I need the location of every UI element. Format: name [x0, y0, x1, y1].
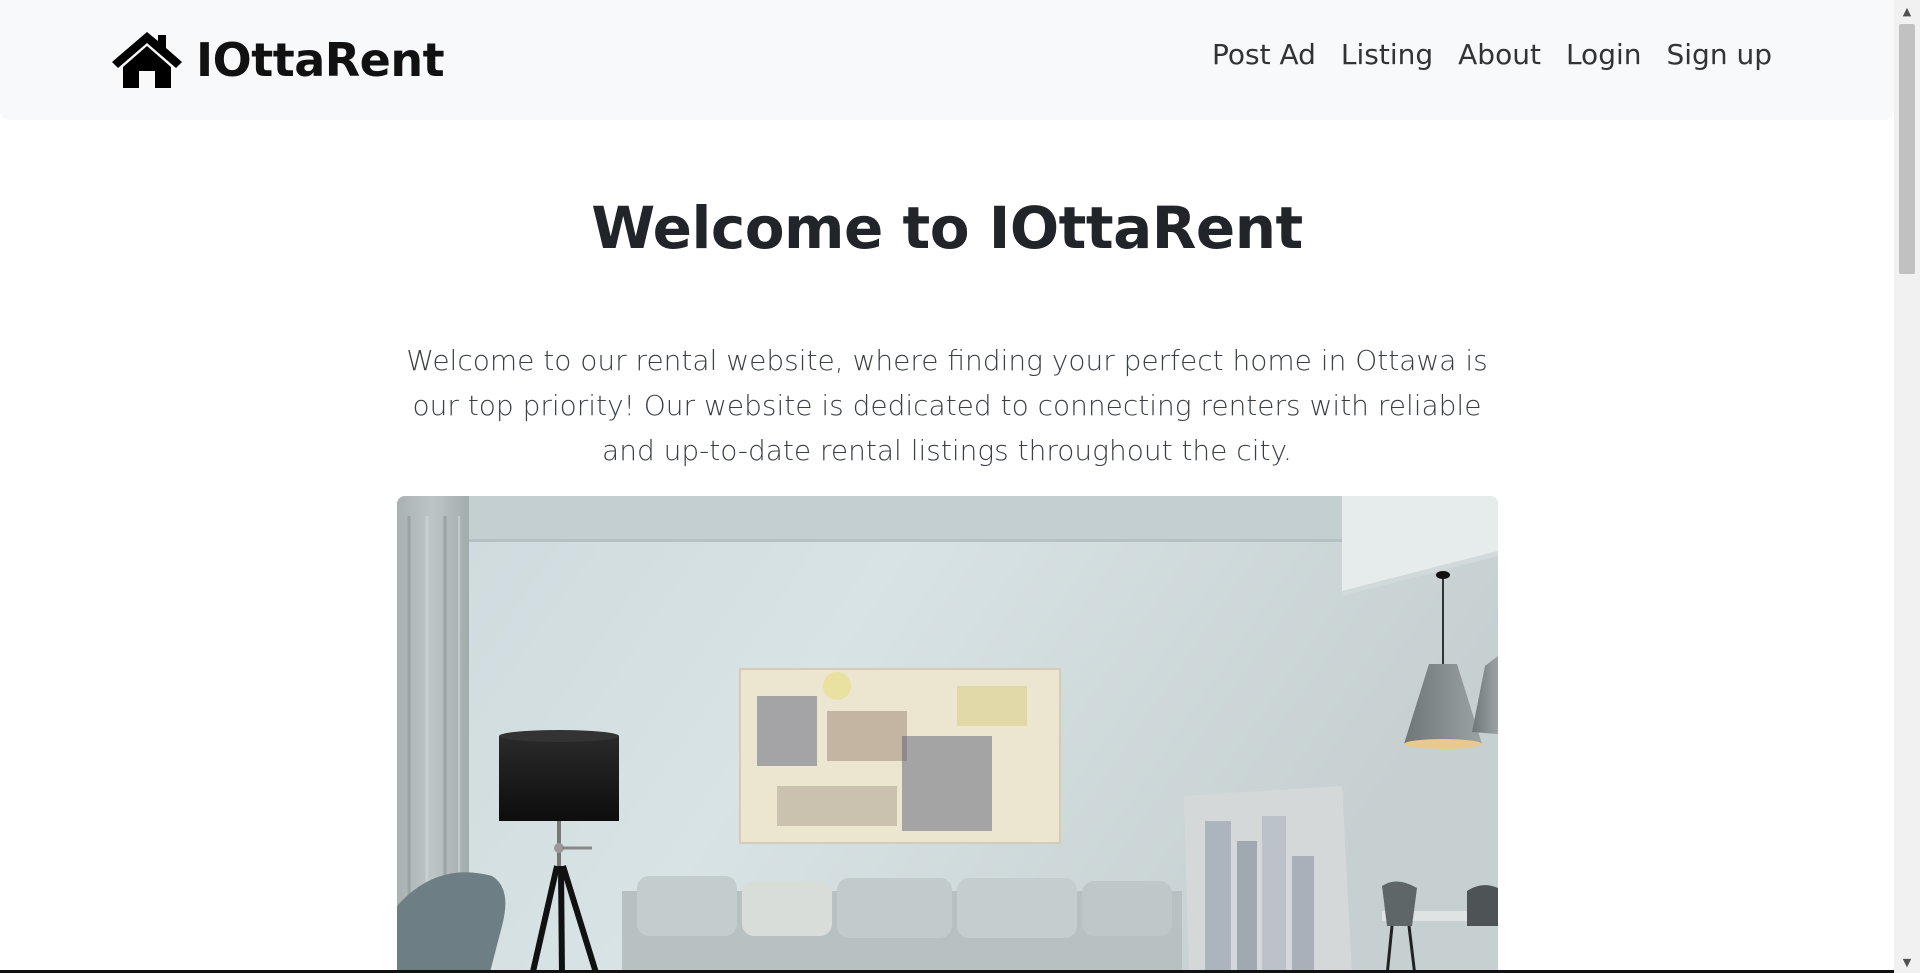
nav-link-sign-up[interactable]: Sign up	[1667, 38, 1773, 71]
nav-link-about[interactable]: About	[1458, 38, 1541, 71]
page: IOttaRent Post Ad Listing About Login Si…	[0, 0, 1894, 973]
scrollbar-thumb[interactable]	[1899, 24, 1915, 274]
brand-link[interactable]: IOttaRent	[110, 28, 445, 92]
intro-text: Welcome to our rental website, where fin…	[406, 344, 1488, 467]
chevron-down-icon[interactable]: ▼	[1894, 951, 1920, 973]
nav-link-login[interactable]: Login	[1566, 38, 1642, 71]
brand-name: IOttaRent	[196, 33, 445, 87]
nav-link-post-ad[interactable]: Post Ad	[1212, 38, 1316, 71]
page-title: Welcome to IOttaRent	[591, 194, 1303, 262]
chevron-up-icon[interactable]: ▲	[1894, 0, 1920, 22]
nav-link-listing[interactable]: Listing	[1341, 38, 1433, 71]
living-room-photo	[397, 496, 1498, 973]
house-icon	[112, 32, 182, 88]
navbar: IOttaRent Post Ad Listing About Login Si…	[0, 0, 1894, 120]
nav-links: Post Ad Listing About Login Sign up	[1212, 38, 1772, 71]
vertical-scrollbar[interactable]: ▲ ▼	[1894, 0, 1920, 973]
